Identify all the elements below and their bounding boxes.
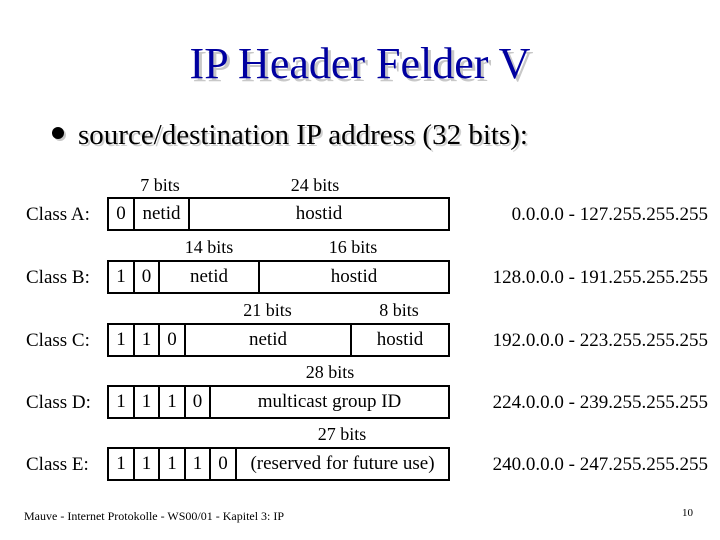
bullet-item: source/destination IP address (32 bits): <box>52 117 528 153</box>
class-c-bit-0: 1 <box>109 325 135 355</box>
class-a-address-format: 0 netid hostid <box>107 197 450 231</box>
class-e-bit-4: 0 <box>211 449 237 479</box>
class-d-range: 224.0.0.0 - 239.255.255.255 <box>492 392 708 413</box>
class-e-bit-1: 1 <box>135 449 160 479</box>
bits-label-b-netid: 14 bits <box>184 237 234 257</box>
class-e-bit-3: 1 <box>186 449 211 479</box>
class-d-multicast-group-id: multicast group ID <box>257 391 402 412</box>
bits-label-b-hostid: 16 bits <box>328 237 378 257</box>
slide-footer: Mauve - Internet Protokolle - WS00/01 - … <box>24 509 285 523</box>
class-c-bit-2: 0 <box>160 325 186 355</box>
class-d-label: Class D: <box>26 392 91 413</box>
bits-label-e: 27 bits <box>317 424 367 444</box>
class-a-hostid: hostid <box>295 203 343 224</box>
class-b-range: 128.0.0.0 - 191.255.255.255 <box>492 267 708 288</box>
class-d-address-format: 1 1 1 0 multicast group ID <box>107 385 450 419</box>
class-c-netid: netid <box>186 325 352 355</box>
class-a-bit-0: 0 <box>109 199 135 229</box>
class-b-address-format: 1 0 netid hostid <box>107 260 450 294</box>
class-c-hostid: hostid <box>376 329 424 350</box>
class-b-netid: netid <box>160 262 260 292</box>
bits-label-a-hostid: 24 bits <box>290 175 340 195</box>
page-number: 10 <box>682 507 693 519</box>
class-b-bit-0: 1 <box>109 262 135 292</box>
class-b-label: Class B: <box>26 267 90 288</box>
bits-label-a-netid: 7 bits <box>140 175 180 195</box>
bits-label-c-hostid: 8 bits <box>379 300 419 320</box>
class-c-label: Class C: <box>26 330 90 351</box>
class-b-bit-1: 0 <box>135 262 160 292</box>
class-a-range: 0.0.0.0 - 127.255.255.255 <box>511 204 708 225</box>
class-e-range: 240.0.0.0 - 247.255.255.255 <box>492 454 708 475</box>
class-d-bit-2: 1 <box>160 387 186 417</box>
bullet-icon <box>52 127 64 139</box>
class-e-label: Class E: <box>26 454 89 475</box>
class-d-bit-0: 1 <box>109 387 135 417</box>
class-d-bit-1: 1 <box>135 387 160 417</box>
class-e-bit-0: 1 <box>109 449 135 479</box>
class-d-bit-3: 0 <box>186 387 211 417</box>
class-b-hostid: hostid <box>330 266 378 287</box>
class-c-range: 192.0.0.0 - 223.255.255.255 <box>492 330 708 351</box>
class-e-reserved: (reserved for future use) <box>250 453 435 474</box>
bullet-text: source/destination IP address (32 bits): <box>78 119 528 151</box>
class-e-bit-2: 1 <box>160 449 186 479</box>
slide-title: IP Header Felder V <box>189 39 531 88</box>
class-c-bit-1: 1 <box>135 325 160 355</box>
bits-label-c-netid: 21 bits <box>243 300 292 320</box>
class-e-address-format: 1 1 1 1 0 (reserved for future use) <box>107 447 450 481</box>
bits-label-d: 28 bits <box>305 362 355 382</box>
class-c-address-format: 1 1 0 netid hostid <box>107 323 450 357</box>
class-a-netid: netid <box>135 199 190 229</box>
class-a-label: Class A: <box>26 204 90 225</box>
